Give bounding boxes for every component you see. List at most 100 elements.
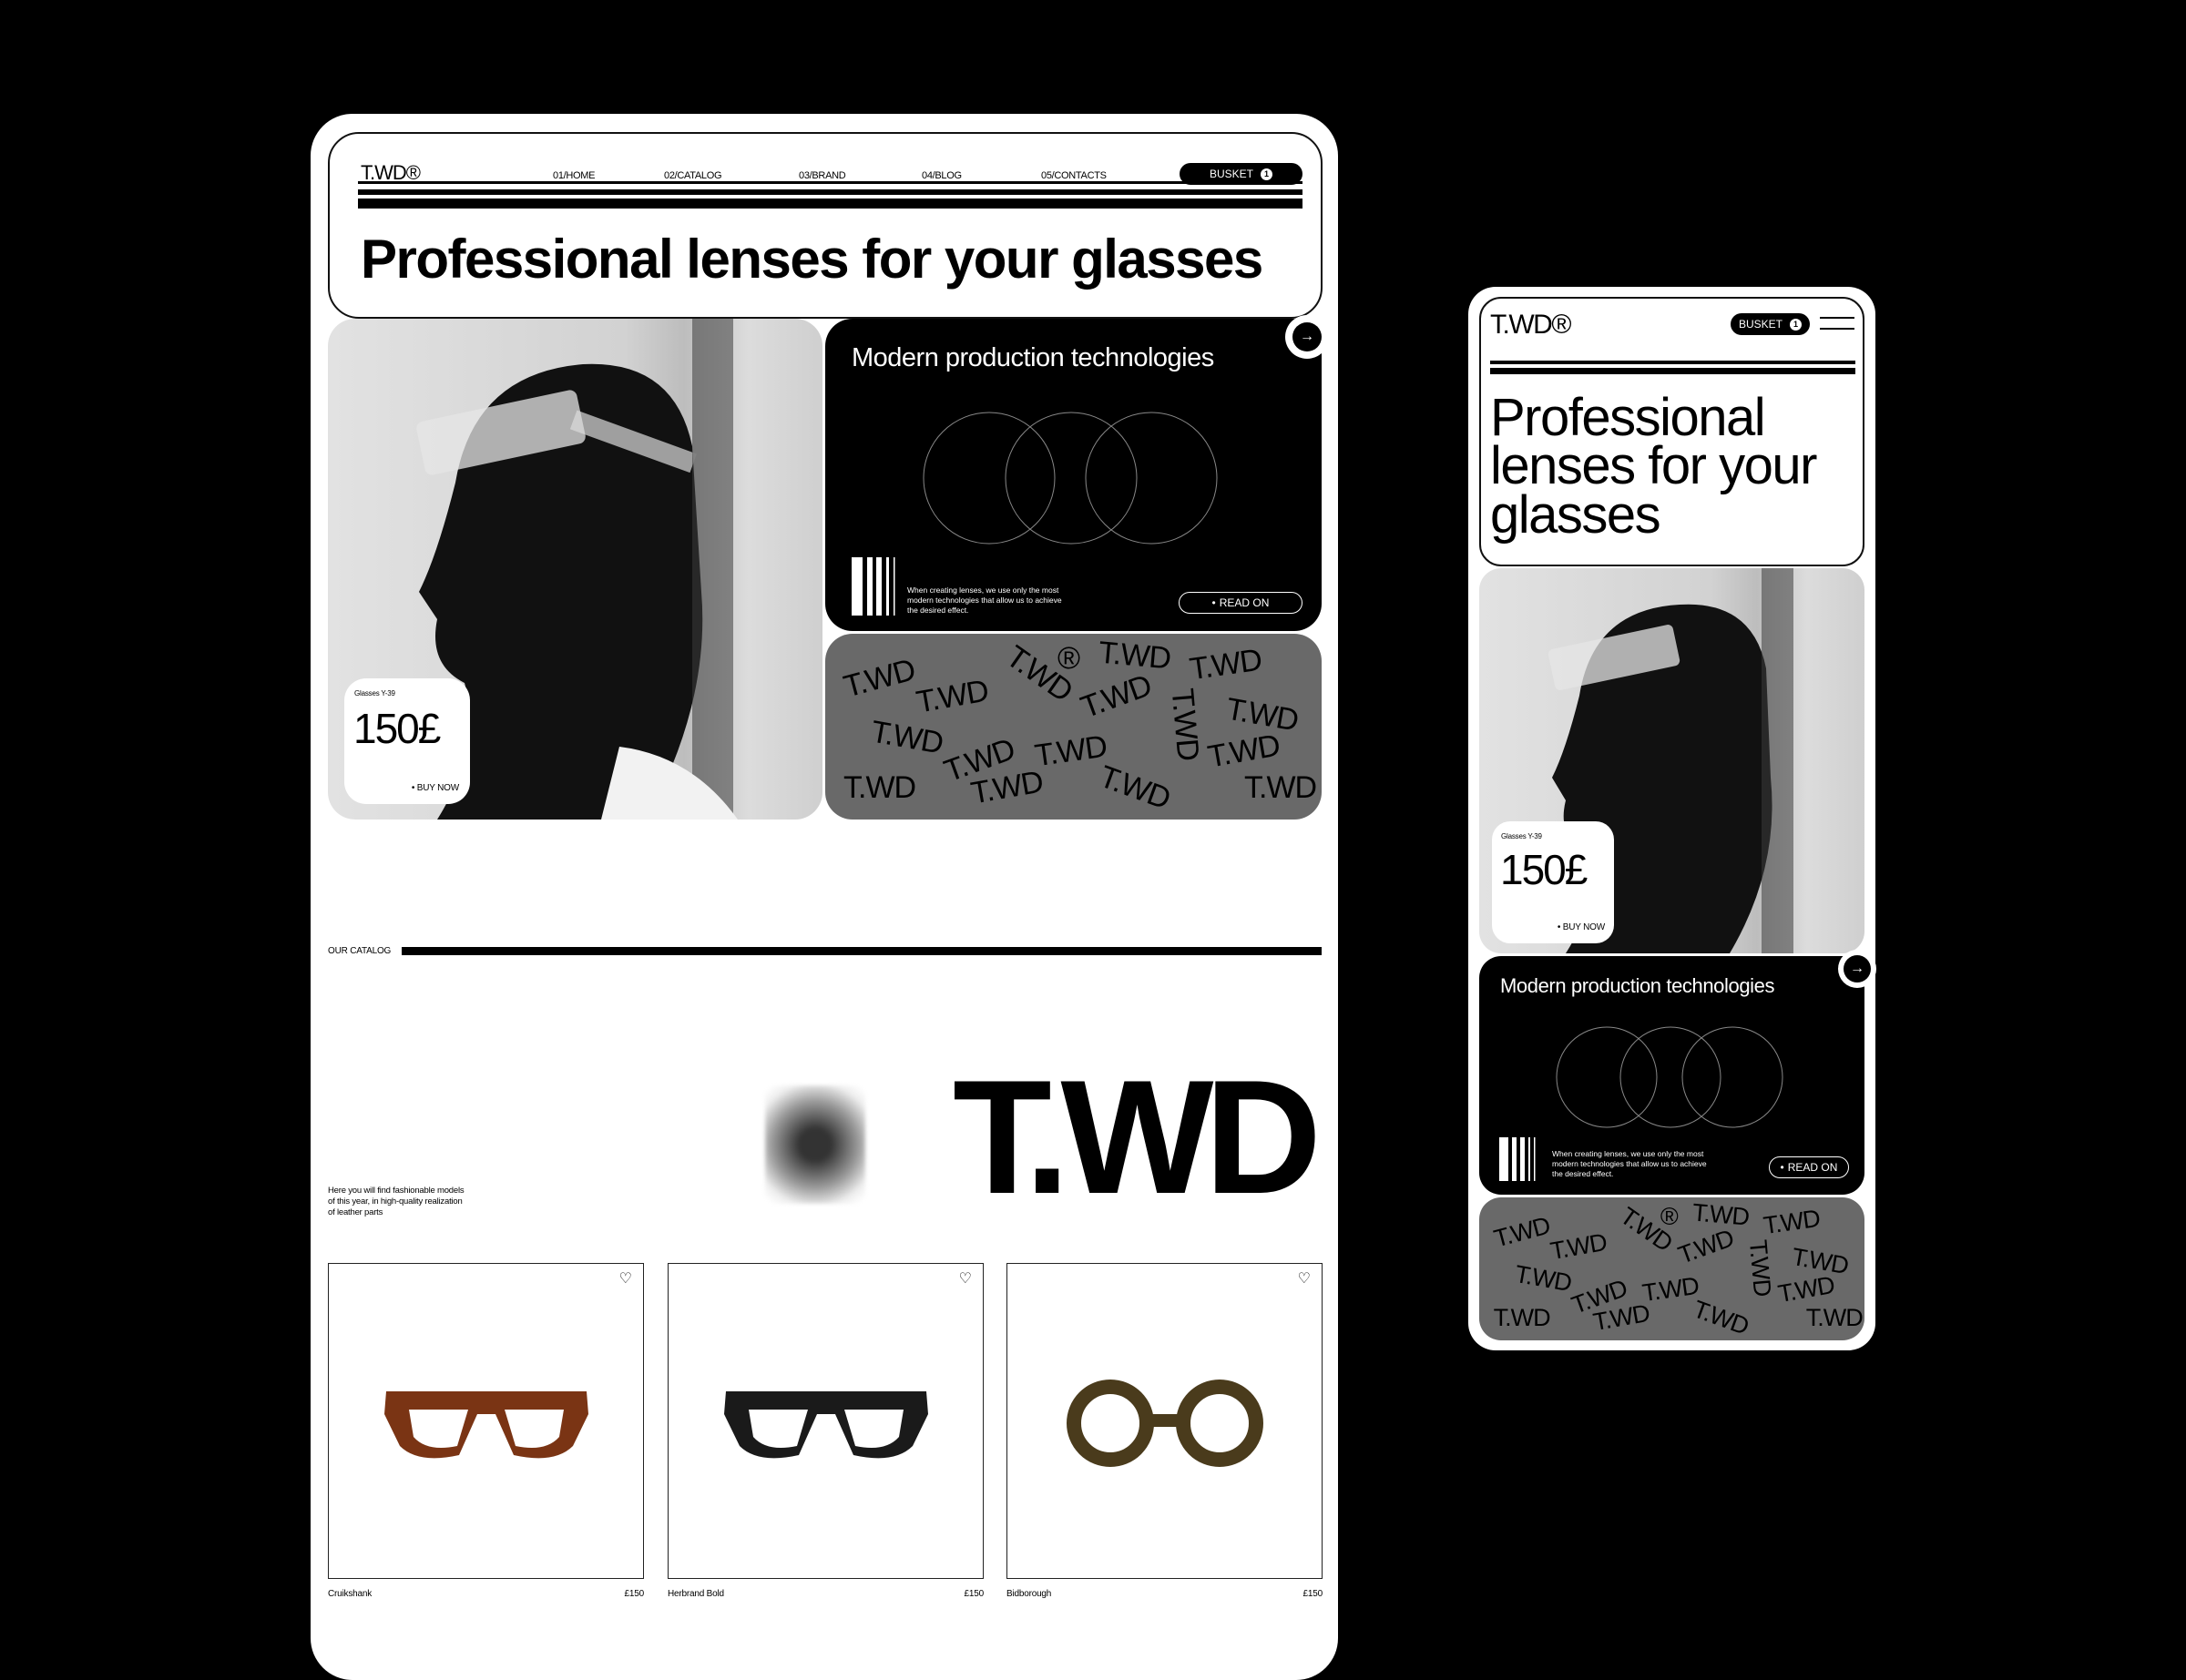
- tech-text: When creating lenses, we use only the mo…: [907, 585, 1062, 616]
- divider: [1490, 368, 1855, 374]
- pattern-text: T.WD: [1205, 728, 1282, 775]
- pattern-text: T.WD: [1244, 770, 1317, 805]
- tech-title: Modern production technologies: [852, 343, 1214, 372]
- glasses-image: [384, 1391, 588, 1459]
- pixel-blur-graphic: [731, 1052, 899, 1240]
- pattern-text: T.WD: [1548, 1227, 1609, 1266]
- pattern-text: T.WD: [1032, 728, 1109, 774]
- favorite-heart-icon[interactable]: ♡: [1298, 1269, 1311, 1288]
- catalog-divider: [402, 947, 1322, 955]
- divider: [358, 189, 1302, 195]
- tech-text: When creating lenses, we use only the mo…: [1552, 1149, 1707, 1179]
- hero-headline: Professional lenses for your glasses: [1490, 388, 1817, 545]
- nav-home[interactable]: 01/HOME: [553, 170, 596, 181]
- registered-mark: ®: [1057, 641, 1080, 676]
- headline-line: Professional: [1490, 388, 1766, 447]
- tech-card: Modern production technologies When crea…: [825, 319, 1322, 631]
- pattern-text: T.WD: [840, 652, 919, 705]
- product-price: £150: [964, 1589, 985, 1599]
- product-price: 150£: [1500, 846, 1588, 893]
- divider: [358, 181, 1302, 184]
- read-on-label: READ ON: [1219, 596, 1270, 609]
- pattern-text: T.WD: [1775, 1270, 1836, 1308]
- tech-card: Modern production technologies When crea…: [1479, 956, 1864, 1195]
- barcode-icon: [1499, 1137, 1536, 1181]
- pattern-text: T.WD: [1490, 1211, 1553, 1253]
- product-name: Glasses Y-39: [354, 689, 395, 697]
- header-box: T.WD® 01/HOME 02/CATALOG 03/BRAND 04/BLO…: [328, 132, 1323, 319]
- read-on-label: READ ON: [1787, 1161, 1838, 1174]
- headline-line: lenses for your: [1490, 436, 1817, 496]
- nav-contacts[interactable]: 05/CONTACTS: [1041, 170, 1107, 181]
- product-price: 150£: [353, 705, 441, 752]
- basket-label: BUSKET: [1738, 318, 1783, 331]
- mobile-header-box: T.WD® BUSKET 1 Professional lenses for y…: [1479, 297, 1864, 566]
- glasses-image: [1067, 1380, 1263, 1467]
- basket-count: 1: [1261, 168, 1272, 180]
- catalog-description: Here you will find fashionable models of…: [328, 1186, 465, 1217]
- pattern-text: T.WD: [1640, 1271, 1701, 1307]
- hero-headline: Professional lenses for your glasses: [361, 229, 1263, 290]
- logo[interactable]: T.WD®: [1490, 310, 1571, 341]
- tech-title: Modern production technologies: [1500, 974, 1775, 997]
- product-card[interactable]: ♡: [1006, 1263, 1323, 1579]
- pattern-text: T.WD: [1762, 1204, 1822, 1239]
- mobile-page: T.WD® BUSKET 1 Professional lenses for y…: [1468, 287, 1875, 1350]
- price-card: Glasses Y-39 150£ • BUY NOW: [1492, 821, 1614, 943]
- hero-photo: Glasses Y-39 150£ • BUY NOW: [328, 319, 822, 820]
- pattern-text: T.WD: [1512, 1259, 1574, 1298]
- lens-circles-icon: [1556, 1026, 1783, 1128]
- hamburger-menu-icon[interactable]: [1820, 317, 1854, 330]
- pattern-text: T.WD: [1076, 667, 1157, 726]
- nav-blog[interactable]: 04/BLOG: [922, 170, 962, 181]
- product-price: £150: [1302, 1589, 1323, 1599]
- pattern-text: T.WD: [1164, 687, 1206, 762]
- pattern-text: T.WD: [1674, 1224, 1738, 1269]
- buy-now-button[interactable]: • BUY NOW: [1558, 922, 1605, 932]
- pattern-text: T.WD: [1187, 642, 1264, 687]
- product-price: £150: [624, 1589, 645, 1599]
- favorite-heart-icon[interactable]: ♡: [619, 1269, 632, 1288]
- pattern-text: T.WD: [1095, 759, 1175, 817]
- arrow-right-button[interactable]: →: [1292, 322, 1322, 351]
- hero-photo: Glasses Y-39 150£ • BUY NOW: [1479, 568, 1864, 953]
- pattern-text: T.WD: [843, 770, 916, 805]
- catalog-label: OUR CATALOG: [328, 946, 392, 956]
- basket-button[interactable]: BUSKET 1: [1731, 313, 1810, 335]
- registered-mark: ®: [1660, 1203, 1679, 1231]
- pattern-text: T.WD: [1743, 1238, 1777, 1298]
- divider: [1490, 361, 1855, 364]
- pattern-text: T.WD: [1689, 1295, 1752, 1340]
- brand-pattern-card: T.WD T.WD T.WD T.WD T.WD T.WD T.WD T.WD T.WD T.WD…: [825, 634, 1322, 820]
- lens-circles-icon: [923, 412, 1218, 545]
- pattern-text: T.WD: [914, 673, 991, 720]
- pattern-text: T.WD: [1805, 1304, 1864, 1331]
- basket-label: BUSKET: [1209, 168, 1253, 180]
- brand-pattern-card: T.WD T.WD T.WD T.WD T.WD T.WD T.WD T.WD T.WD T.WD…: [1479, 1197, 1864, 1340]
- big-brand-logo: T.WD: [953, 1046, 1322, 1227]
- product-name: Bidborough: [1006, 1589, 1052, 1599]
- divider: [358, 199, 1302, 209]
- nav-brand[interactable]: 03/BRAND: [799, 170, 846, 181]
- buy-now-button[interactable]: • BUY NOW: [412, 783, 459, 793]
- read-on-button[interactable]: • READ ON: [1769, 1156, 1849, 1178]
- basket-count: 1: [1790, 318, 1802, 331]
- product-card[interactable]: ♡: [668, 1263, 984, 1579]
- buy-now-label: BUY NOW: [416, 783, 459, 793]
- product-name: Herbrand Bold: [668, 1589, 724, 1599]
- pattern-text: T.WD: [1493, 1304, 1551, 1331]
- price-card: Glasses Y-39 150£ • BUY NOW: [344, 678, 470, 804]
- desktop-page: T.WD® 01/HOME 02/CATALOG 03/BRAND 04/BLO…: [311, 114, 1338, 1680]
- favorite-heart-icon[interactable]: ♡: [959, 1269, 972, 1288]
- headline-line: glasses: [1490, 484, 1661, 545]
- product-name: Cruikshank: [328, 1589, 373, 1599]
- product-name: Glasses Y-39: [1501, 832, 1542, 840]
- glasses-image: [724, 1391, 928, 1459]
- barcode-icon: [852, 557, 895, 616]
- nav-catalog[interactable]: 02/CATALOG: [664, 170, 722, 181]
- read-on-button[interactable]: • READ ON: [1179, 592, 1302, 614]
- product-card[interactable]: ♡: [328, 1263, 644, 1579]
- buy-now-label: BUY NOW: [1562, 922, 1605, 932]
- arrow-right-button[interactable]: →: [1844, 955, 1871, 983]
- pattern-text: T.WD: [868, 714, 945, 761]
